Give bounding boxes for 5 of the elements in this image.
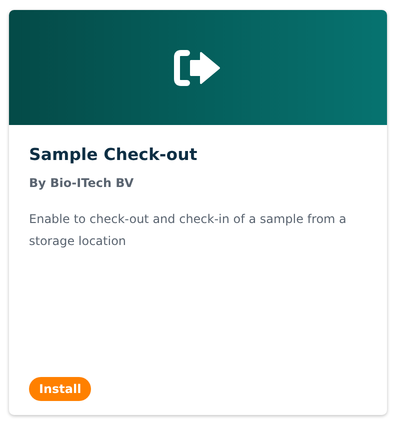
publisher-name: By Bio-ITech BV: [29, 176, 135, 190]
install-button[interactable]: Install: [29, 377, 92, 401]
exit-arrow-icon: [173, 48, 223, 86]
card-title: Sample Check-out: [29, 145, 198, 164]
card-description: Enable to check-out and check-in of a sample from a storage location: [29, 211, 348, 250]
